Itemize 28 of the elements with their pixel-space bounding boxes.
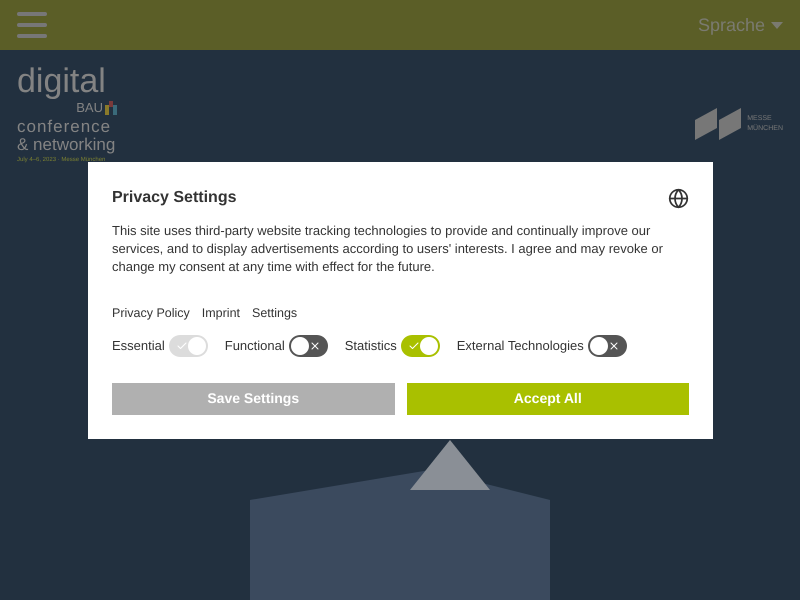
dialog-link[interactable]: Settings [252, 304, 298, 323]
logo-line: & networking [17, 136, 116, 154]
toggle-label: Essential [112, 337, 165, 355]
blocks-icon [105, 100, 117, 115]
toggle-label: External Technologies [456, 337, 584, 355]
caret-icon [771, 22, 783, 28]
toggle-knob [188, 336, 206, 355]
toggle-switch[interactable] [588, 334, 627, 357]
logo-line: conference [17, 118, 112, 136]
dialog-link[interactable]: Privacy Policy [112, 304, 190, 323]
logo-word: digital [17, 64, 107, 98]
check-icon [176, 340, 188, 352]
toggle-knob [290, 336, 309, 355]
toggle-switch[interactable] [400, 334, 440, 357]
close-icon [608, 340, 620, 352]
check-icon [408, 340, 420, 352]
globe-icon[interactable] [668, 188, 689, 208]
toggle-label: Functional [224, 337, 285, 355]
messe-logo-icon [695, 108, 742, 140]
toggle-knob [420, 336, 438, 355]
close-icon [308, 340, 321, 352]
dialog-link[interactable]: Imprint [202, 304, 240, 323]
dialog-text: This site uses third-party website tracking technologies to provide and continually improve our services, and to display advertisements according to users' interests. I agree and may revoke or change my consent at any time with effect for the future. [112, 222, 664, 276]
toggle-knob [590, 336, 608, 355]
logo-sub: BAU [76, 99, 103, 117]
toggle-label: Statistics [344, 337, 397, 355]
toggle-switch[interactable] [288, 334, 328, 357]
dialog-title: Privacy Settings [112, 188, 236, 208]
